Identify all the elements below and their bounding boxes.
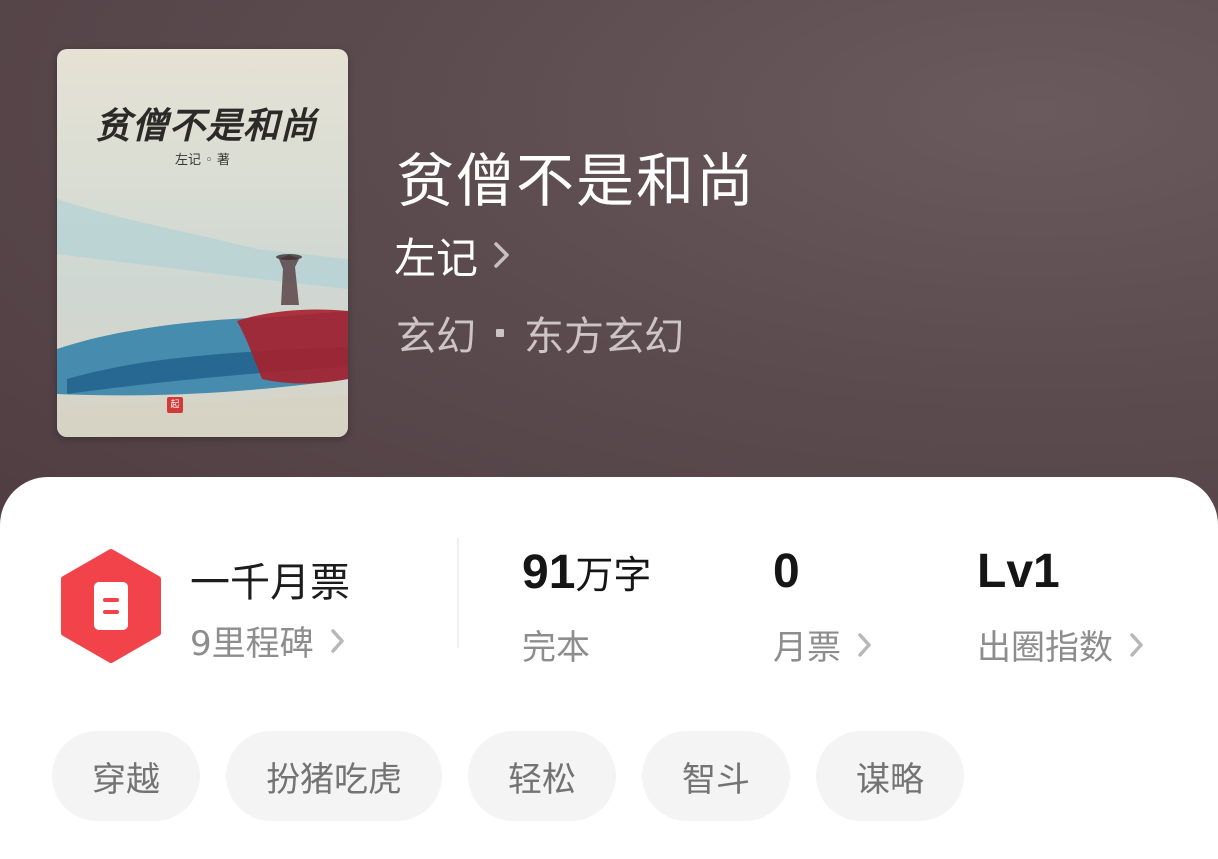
subgenre-label: 东方玄幻 <box>524 314 684 360</box>
milestone-label: 9里程碑 <box>190 624 314 664</box>
ticket-title: 一千月票 <box>190 560 350 606</box>
author-name: 左记 <box>394 233 479 283</box>
tag-chip[interactable]: 谋略 <box>816 731 964 821</box>
monthly-ticket-count: 0 <box>773 545 800 598</box>
chevron-right-icon <box>330 628 344 653</box>
ticket-icon <box>61 549 161 663</box>
word-count: 91万字 <box>522 544 651 600</box>
chevron-right-icon <box>858 632 871 657</box>
tag-chip[interactable]: 智斗 <box>642 731 790 821</box>
genre-label: 玄幻 <box>396 314 476 360</box>
tag-chip[interactable]: 扮猪吃虎 <box>226 731 442 821</box>
book-cover[interactable]: 贫僧不是和尚 左记 ◦ 著 起 <box>57 49 348 437</box>
author-link[interactable]: 左记 <box>394 228 512 283</box>
influence-label: 出圈指数 <box>977 628 1113 668</box>
monthly-ticket-label: 月票 <box>773 628 841 668</box>
monthly-ticket-link[interactable]: 月票 <box>773 620 873 669</box>
tag-chip[interactable]: 轻松 <box>468 731 616 821</box>
completion-status: 完本 <box>522 620 590 669</box>
genre-line: 玄幻 东方玄幻 <box>396 304 684 362</box>
chevron-right-icon <box>494 242 509 268</box>
book-header: 贫僧不是和尚 左记 ◦ 著 起 贫僧不是和尚 左记 玄幻 东方玄幻 <box>0 0 1218 560</box>
milestone-link[interactable]: 9里程碑 <box>190 616 346 665</box>
word-count-unit: 万字 <box>575 553 652 597</box>
separator-dot <box>496 329 504 337</box>
publisher-logo: 起 <box>167 397 183 413</box>
book-title: 贫僧不是和尚 <box>396 147 757 215</box>
influence-level: Lv1 <box>977 545 1060 598</box>
completion-label: 完本 <box>522 628 590 668</box>
cover-author: 左记 ◦ 著 <box>175 153 230 168</box>
divider <box>457 538 459 648</box>
tag-list: 穿越 扮猪吃虎 轻松 智斗 谋略 <box>52 731 964 821</box>
word-count-value: 91 <box>522 546 576 599</box>
influence-link[interactable]: 出圈指数 <box>977 620 1145 669</box>
cover-title: 贫僧不是和尚 <box>95 105 318 147</box>
chevron-right-icon <box>1130 632 1143 657</box>
tag-chip[interactable]: 穿越 <box>52 731 200 821</box>
